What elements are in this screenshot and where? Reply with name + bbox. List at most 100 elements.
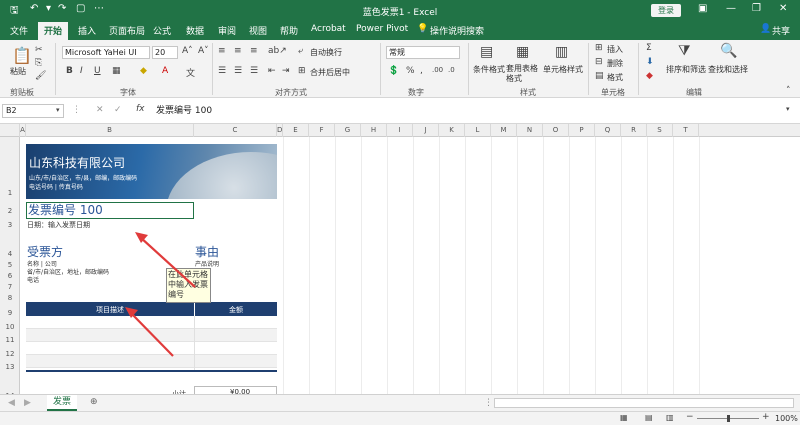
find-select-button[interactable]: 查找和选择 [708, 64, 748, 75]
normal-view-icon[interactable]: ▦ [620, 413, 628, 422]
worksheet-grid[interactable]: A B C D E F G H I J K L M N O P Q R S T … [0, 124, 800, 394]
ribbon-display-icon[interactable]: ▣ [698, 3, 707, 14]
font-name-select[interactable]: Microsoft YaHei UI [62, 46, 150, 59]
collapse-ribbon-icon[interactable]: ˄ [786, 86, 791, 96]
page-break-view-icon[interactable]: ▥ [666, 413, 674, 422]
share-button[interactable]: 共享 [772, 24, 790, 37]
conditional-format-icon[interactable]: ▤ [480, 44, 493, 60]
autosum-icon[interactable]: Σ [646, 43, 652, 53]
tab-page-layout[interactable]: 页面布局 [109, 24, 145, 37]
clear-icon[interactable]: ◆ [646, 71, 653, 81]
zoom-out-icon[interactable]: − [686, 412, 694, 422]
format-cells-button[interactable]: 格式 [607, 72, 623, 83]
orientation-icon[interactable]: ab↗ [268, 46, 287, 56]
font-size-select[interactable]: 20 [152, 46, 178, 59]
currency-icon[interactable]: 💲 [388, 66, 399, 76]
sort-filter-icon[interactable]: ⧩ [678, 43, 691, 59]
sort-filter-button[interactable]: 排序和筛选 [666, 64, 706, 75]
format-table-button[interactable]: 套用表格格式 [506, 64, 542, 84]
cut-icon[interactable]: ✂ [35, 45, 43, 55]
cancel-formula-icon[interactable]: ✕ [96, 105, 104, 115]
number-group-label: 数字 [408, 88, 424, 97]
decrease-font-icon[interactable]: A˅ [198, 46, 209, 56]
border-icon[interactable]: ▦ [112, 66, 121, 76]
merge-center-button[interactable]: 合并后居中 [310, 67, 350, 78]
horizontal-scrollbar[interactable] [494, 398, 794, 408]
tell-me-search[interactable]: 操作说明搜索 [430, 24, 484, 37]
tab-data[interactable]: 数据 [186, 24, 204, 37]
wrap-text-button[interactable]: 自动换行 [310, 47, 342, 58]
fill-color-icon[interactable]: ◆ [140, 66, 147, 76]
increase-decimal-icon[interactable]: .00 [432, 66, 443, 74]
scroll-right-icon[interactable]: ▶ [24, 398, 31, 408]
status-bar: ▦ ▤ ▥ − + 100% [0, 411, 800, 425]
format-table-icon[interactable]: ▦ [516, 44, 529, 60]
confirm-formula-icon[interactable]: ✓ [114, 105, 122, 115]
tab-power-pivot[interactable]: Power Pivot [356, 24, 408, 34]
italic-button[interactable]: I [80, 66, 83, 76]
phonetic-icon[interactable]: 文 [186, 66, 195, 79]
editing-group-label: 编辑 [686, 88, 702, 97]
delete-cells-icon[interactable]: ⊟ [595, 57, 603, 67]
increase-indent-icon[interactable]: ⇥ [282, 66, 290, 76]
tab-file[interactable]: 文件 [10, 24, 28, 37]
tab-acrobat[interactable]: Acrobat [311, 24, 346, 34]
conditional-format-button[interactable]: 条件格式 [473, 64, 505, 75]
cell-styles-button[interactable]: 单元格样式 [543, 64, 583, 75]
tab-review[interactable]: 审阅 [218, 24, 236, 37]
underline-button[interactable]: U [94, 66, 101, 76]
formula-input[interactable]: 发票编号 100 [156, 103, 212, 116]
insert-cells-button[interactable]: 插入 [607, 44, 623, 55]
align-middle-icon[interactable]: ≡ [234, 46, 242, 56]
cell-styles-icon[interactable]: ▥ [555, 44, 568, 60]
font-group-label: 字体 [120, 88, 136, 97]
copy-icon[interactable]: ⎘ [35, 58, 42, 68]
paste-button[interactable]: 粘贴 [10, 66, 26, 77]
expand-formula-icon[interactable]: ▾ [786, 105, 790, 113]
page-layout-view-icon[interactable]: ▤ [645, 413, 653, 422]
name-box[interactable]: B2 [2, 104, 64, 118]
number-format-select[interactable]: 常规 [386, 46, 460, 59]
merge-center-icon[interactable]: ⊞ [298, 66, 306, 76]
formula-bar: B2 ▾ ⋮ ✕ ✓ fx 发票编号 100 ▾ [0, 98, 800, 124]
tab-formulas[interactable]: 公式 [153, 24, 171, 37]
format-cells-icon[interactable]: ▤ [595, 71, 604, 81]
format-painter-icon[interactable]: 🖌 [35, 71, 46, 81]
close-icon[interactable]: ✕ [779, 3, 787, 14]
align-center-icon[interactable]: ☰ [234, 66, 242, 76]
paste-icon[interactable]: 📋 [12, 46, 32, 65]
formula-more-icon: ⋮ [72, 105, 81, 115]
bold-button[interactable]: B [66, 66, 73, 76]
find-select-icon[interactable]: 🔍 [720, 43, 737, 59]
decrease-indent-icon[interactable]: ⇤ [268, 66, 276, 76]
minimize-icon[interactable]: — [726, 3, 736, 14]
align-right-icon[interactable]: ☰ [250, 66, 258, 76]
share-icon[interactable]: 👤 [760, 24, 771, 34]
login-button[interactable]: 登录 [651, 4, 681, 17]
decrease-decimal-icon[interactable]: .0 [448, 66, 455, 74]
maximize-icon[interactable]: ❐ [752, 3, 761, 14]
tab-help[interactable]: 帮助 [280, 24, 298, 37]
insert-function-button[interactable]: fx [136, 104, 145, 114]
sheet-tab-invoice[interactable]: 发票 [47, 395, 77, 411]
scroll-left-icon[interactable]: ◀ [8, 398, 15, 408]
delete-cells-button[interactable]: 删除 [607, 58, 623, 69]
percent-icon[interactable]: % [406, 66, 415, 76]
insert-cells-icon[interactable]: ⊞ [595, 43, 603, 53]
fill-icon[interactable]: ⬇ [646, 57, 654, 67]
wrap-text-icon[interactable]: ⤶ [298, 46, 303, 56]
comma-style-icon[interactable]: , [420, 66, 423, 76]
align-left-icon[interactable]: ☰ [218, 66, 226, 76]
name-box-dropdown-icon[interactable]: ▾ [56, 106, 60, 114]
zoom-slider-thumb[interactable] [727, 415, 730, 422]
tab-view[interactable]: 视图 [249, 24, 267, 37]
zoom-level[interactable]: 100% [775, 414, 798, 423]
increase-font-icon[interactable]: A˄ [182, 46, 193, 56]
align-bottom-icon[interactable]: ≡ [250, 46, 258, 56]
font-color-icon[interactable]: A [162, 66, 168, 76]
tab-insert[interactable]: 插入 [78, 24, 96, 37]
zoom-in-icon[interactable]: + [762, 412, 770, 422]
align-top-icon[interactable]: ≡ [218, 46, 226, 56]
tab-home[interactable]: 开始 [38, 22, 69, 40]
new-sheet-icon[interactable]: ⊕ [90, 397, 98, 407]
